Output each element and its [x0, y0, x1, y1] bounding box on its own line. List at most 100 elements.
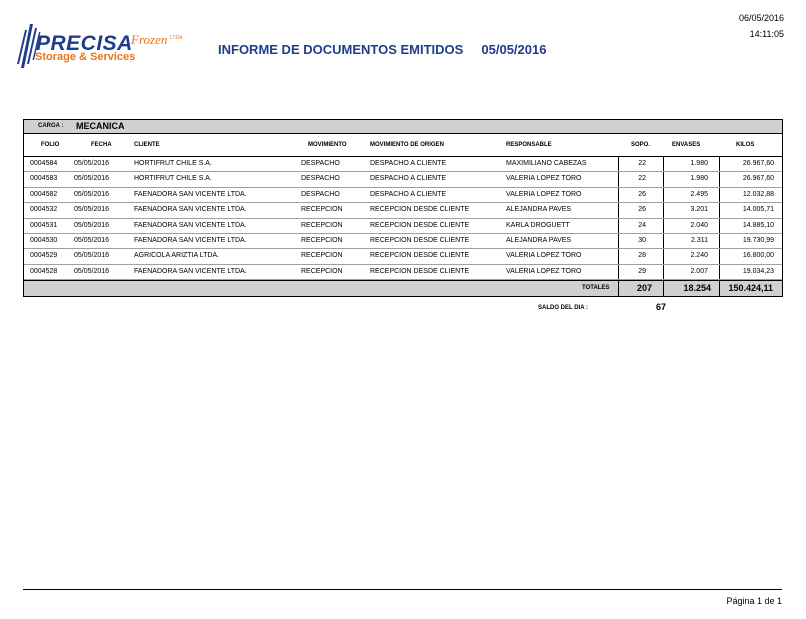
cell-cliente: HORTIFRUT CHILE S.A. [134, 175, 212, 183]
cell-sopo: 29 [638, 267, 646, 275]
cell-envases: 2.495 [690, 190, 708, 198]
cell-cliente: FAENADORA SAN VICENTE LTDA. [134, 190, 247, 198]
cell-responsable: VALERIA LOPEZ TORO [506, 190, 582, 198]
cell-envases: 2.040 [690, 221, 708, 229]
cell-envases: 2.311 [691, 236, 708, 244]
footer-rule [23, 589, 782, 590]
cell-movimiento: RECEPCION [301, 267, 343, 275]
cell-cliente: FAENADORA SAN VICENTE LTDA. [134, 236, 247, 244]
cell-responsable: KARLA DROGUETT [506, 221, 570, 229]
cell-kilos: 16.800,00 [742, 252, 774, 260]
cell-fecha: 05/05/2016 [74, 252, 110, 260]
cell-origen: RECEPCION DESDE CLIENTE [370, 267, 470, 275]
cell-origen: DESPACHO A CLIENTE [370, 160, 447, 167]
cell-kilos: 14.885,10 [742, 221, 774, 229]
logo-tm: LTDA [170, 35, 183, 41]
print-time: 14:11:05 [749, 29, 784, 39]
cell-kilos: 12.032,88 [742, 190, 774, 198]
table-row: 0004530 05/05/2016 FAENADORA SAN VICENTE L… [24, 234, 782, 250]
cell-movimiento: DESPACHO [301, 175, 340, 183]
cell-origen: DESPACHO A CLIENTE [370, 175, 447, 183]
table-header: FOLIO FECHA CLIENTE MOVIMIENTO MOVIMIENT… [24, 134, 782, 157]
carga-group-header: CARGA : MECANICA [24, 120, 782, 134]
col-envases: ENVASES [672, 142, 701, 148]
table-row: 0004583 05/05/2016 HORTIFRUT CHILE S.A. DES… [24, 172, 782, 188]
cell-origen: RECEPCION DESDE CLIENTE [370, 206, 470, 214]
logo-frozen: Frozen [131, 32, 168, 47]
cell-origen: RECEPCION DESDE CLIENTE [370, 252, 470, 260]
cell-cliente: FAENADORA SAN VICENTE LTDA. [134, 267, 247, 275]
cell-folio: 0004582 [30, 190, 58, 198]
cell-folio: 0004528 [30, 267, 58, 275]
carga-value: MECANICA [76, 121, 125, 131]
cell-movimiento: RECEPCION [301, 252, 343, 260]
table-row: 0004529 05/05/2016 AGRICOLA ARIZTIA LTDA. R… [24, 249, 782, 265]
table-row: 0004582 05/05/2016 FAENADORA SAN VICENTE L… [24, 188, 782, 204]
cell-responsable: VALERIA LOPEZ TORO [506, 267, 582, 275]
col-folio: FOLIO [41, 142, 60, 148]
cell-folio: 0004530 [30, 236, 58, 244]
cell-responsable: ALEJANDRA PAVES [506, 206, 572, 214]
saldo-value: 67 [656, 302, 667, 312]
cell-responsable: VALERIA LOPEZ TORO [506, 175, 582, 183]
col-cliente: CLIENTE [134, 142, 160, 148]
cell-origen: RECEPCION DESDE CLIENTE [370, 236, 470, 244]
cell-kilos: 14.005,71 [742, 206, 774, 214]
cell-fecha: 05/05/2016 [74, 175, 110, 183]
totals-kilos: 150.424,11 [728, 283, 773, 294]
totals-label: TOTALES [582, 285, 610, 292]
cell-folio: 0004584 [30, 160, 58, 167]
cell-folio: 0004531 [30, 221, 58, 229]
table-row: 0004584 05/05/2016 HORTIFRUT CHILE S.A. DES… [24, 157, 782, 173]
cell-movimiento: DESPACHO [301, 160, 340, 167]
cell-cliente: HORTIFRUT CHILE S.A. [134, 160, 212, 167]
cell-movimiento: RECEPCION [301, 236, 343, 244]
totals-row: TOTALES 207 18.254 150.424,11 [24, 280, 782, 297]
table-row: 0004532 05/05/2016 FAENADORA SAN VICENTE L… [24, 203, 782, 219]
documents-table: CARGA : MECANICA FOLIO FECHA CLIENTE MOV… [23, 119, 783, 298]
totals-sopo: 207 [636, 283, 652, 294]
cell-responsable: VALERIA LOPEZ TORO [506, 252, 582, 260]
totals-envases: 18.254 [683, 283, 711, 294]
cell-sopo: 26 [638, 206, 646, 214]
cell-kilos: 19.034,23 [742, 267, 774, 275]
table-body: 0004584 05/05/2016 HORTIFRUT CHILE S.A. DES… [24, 157, 782, 281]
cell-folio: 0004583 [30, 175, 58, 183]
col-responsable: RESPONSABLE [506, 142, 552, 148]
cell-sopo: 26 [638, 190, 646, 198]
cell-sopo: 22 [638, 160, 646, 167]
col-sopo: SOPO. [631, 142, 651, 148]
cell-envases: 1.980 [690, 160, 708, 167]
cell-cliente: AGRICOLA ARIZTIA LTDA. [134, 252, 220, 260]
cell-responsable: MAXIMILIANO CABEZAS [506, 160, 587, 167]
cell-movimiento: RECEPCION [301, 221, 343, 229]
col-movimiento: MOVIMIENTO [308, 142, 347, 148]
cell-cliente: FAENADORA SAN VICENTE LTDA. [134, 206, 247, 214]
page-number: Página 1 de 1 [726, 596, 782, 606]
cell-fecha: 05/05/2016 [74, 190, 110, 198]
cell-fecha: 05/05/2016 [74, 160, 110, 167]
cell-folio: 0004532 [30, 206, 58, 214]
table-row: 0004531 05/05/2016 FAENADORA SAN VICENTE L… [24, 219, 782, 234]
cell-kilos: 26.967,60 [742, 175, 774, 183]
cell-folio: 0004529 [30, 252, 58, 260]
logo-subtitle: Storage & Services [35, 51, 136, 63]
cell-kilos: 19.730,99 [742, 236, 774, 244]
saldo-label: SALDO DEL DIA : [538, 305, 589, 311]
cell-envases: 2.007 [690, 267, 708, 275]
report-title-date: 05/05/2016 [481, 42, 547, 57]
cell-sopo: 30 [638, 236, 646, 244]
cell-envases: 1.980 [690, 175, 708, 183]
company-logo: PRECISA Frozen LTDA Storage & Services [16, 22, 186, 72]
cell-sopo: 28 [638, 252, 646, 260]
col-kilos: KILOS [736, 142, 755, 148]
cell-sopo: 24 [638, 221, 646, 229]
cell-fecha: 05/05/2016 [74, 221, 110, 229]
cell-responsable: ALEJANDRA PAVES [506, 236, 572, 244]
cell-origen: RECEPCION DESDE CLIENTE [370, 221, 470, 229]
cell-fecha: 05/05/2016 [74, 206, 110, 214]
col-movimiento-origen: MOVIMIENTO DE ORIGEN [370, 142, 444, 148]
col-fecha: FECHA [91, 142, 112, 148]
cell-movimiento: RECEPCION [301, 206, 343, 214]
cell-cliente: FAENADORA SAN VICENTE LTDA. [134, 221, 247, 229]
